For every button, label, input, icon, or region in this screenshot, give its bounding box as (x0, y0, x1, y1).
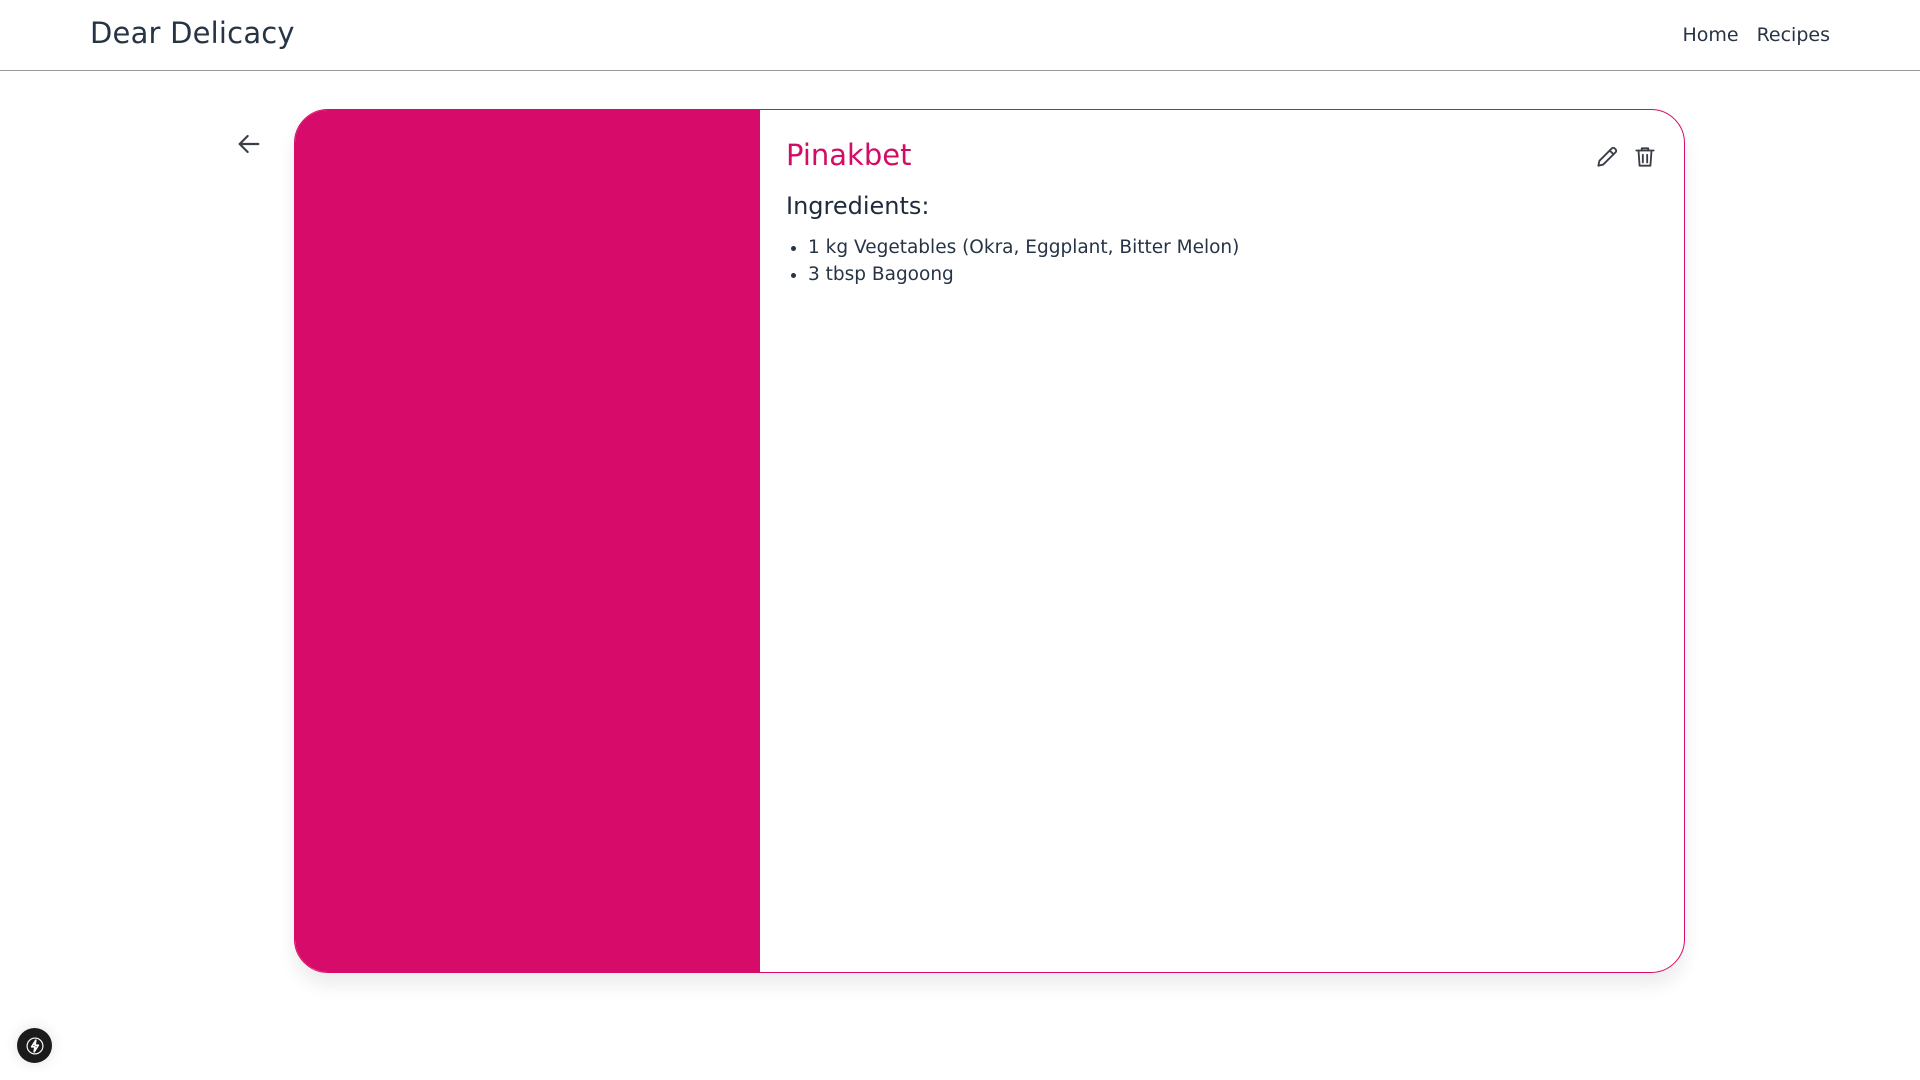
recipe-actions (1594, 144, 1658, 170)
nav-links: Home Recipes (1682, 24, 1830, 46)
edit-button[interactable] (1594, 144, 1620, 170)
ingredient-item: 1 kg Vegetables (Okra, Eggplant, Bitter … (808, 234, 1239, 261)
trash-icon (1635, 147, 1655, 167)
pencil-icon (1597, 146, 1618, 167)
ingredients-list: 1 kg Vegetables (Okra, Eggplant, Bitter … (786, 234, 1239, 288)
recipe-card: Pinakbet Ingredients: 1 kg Vegetab (294, 109, 1685, 973)
ingredients-heading: Ingredients: (786, 192, 930, 220)
dev-tools-badge[interactable] (17, 1028, 52, 1063)
navbar: Dear Delicacy Home Recipes (0, 0, 1920, 71)
lightning-icon (26, 1037, 43, 1054)
back-button[interactable] (233, 128, 265, 160)
recipe-image (295, 110, 760, 972)
ingredient-item: 3 tbsp Bagoong (808, 261, 1239, 288)
nav-link-home[interactable]: Home (1682, 24, 1738, 46)
recipe-details: Pinakbet Ingredients: 1 kg Vegetab (760, 110, 1684, 972)
nav-link-recipes[interactable]: Recipes (1757, 24, 1830, 46)
delete-button[interactable] (1632, 144, 1658, 170)
recipe-title: Pinakbet (786, 138, 912, 172)
brand-logo[interactable]: Dear Delicacy (90, 16, 295, 50)
arrow-left-icon (238, 134, 260, 154)
